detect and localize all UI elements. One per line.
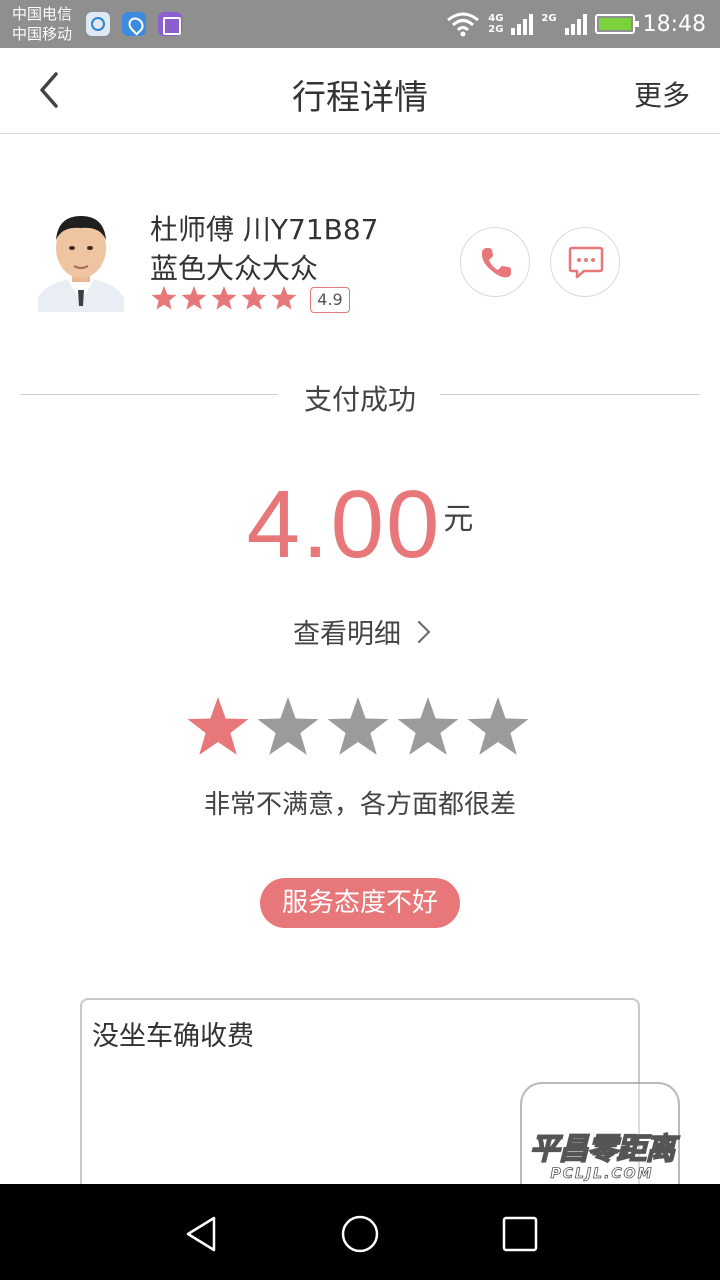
status-right: 4G 2G 2G 18:48 <box>446 0 706 48</box>
nav-home-icon[interactable] <box>338 1212 382 1256</box>
trip-rating-stars <box>185 694 535 762</box>
trip-detail-screen: 中国电信 中国移动 4G 2G 2G 18:48 行程详情 更多 杜师傅 川Y7… <box>0 0 720 1280</box>
fare-value: 4.00 <box>246 471 442 578</box>
rating-description: 非常不满意，各方面都很差 <box>203 790 516 820</box>
watermark-subtitle: PCLJL.COM <box>550 1166 654 1183</box>
driver-star-icon <box>151 286 177 310</box>
signal-icon <box>511 14 534 35</box>
nav-back-icon[interactable] <box>180 1212 224 1256</box>
network-2g-label-2: 2G <box>541 13 557 24</box>
page-title: 行程详情 <box>292 78 428 118</box>
comment-text: 没坐车确收费 <box>92 1021 254 1052</box>
car-model: 蓝色大众大众 <box>150 252 319 285</box>
divider-right <box>440 394 700 395</box>
system-navigation-bar <box>0 1184 720 1280</box>
more-button[interactable]: 更多 <box>634 74 690 114</box>
fare-unit: 元 <box>443 502 474 537</box>
battery-charging-icon <box>594 14 639 34</box>
carrier-labels: 中国电信 中国移动 <box>12 4 72 44</box>
driver-star-icon <box>181 286 207 310</box>
location-app-icon <box>122 12 146 36</box>
phone-icon <box>481 248 511 278</box>
rating-star-2-icon[interactable] <box>255 694 321 760</box>
network-4g-label: 4G <box>488 13 504 24</box>
view-details-link[interactable]: 查看明细 <box>0 612 720 651</box>
call-driver-button[interactable] <box>460 227 530 297</box>
wifi-icon <box>447 12 480 37</box>
rating-star-4-icon[interactable] <box>395 694 461 760</box>
network-type: 4G 2G <box>488 13 503 35</box>
view-details-label: 查看明细 <box>293 619 401 650</box>
feedback-tag[interactable]: 服务态度不好 <box>260 878 460 928</box>
rating-star-3-icon[interactable] <box>325 694 391 760</box>
payment-status: 支付成功 <box>303 383 416 416</box>
carrier-mobile: 中国移动 <box>12 25 73 43</box>
driver-avatar <box>38 216 124 312</box>
nav-recent-apps-icon[interactable] <box>498 1212 542 1256</box>
gallery-app-icon <box>158 12 182 36</box>
driver-star-icon <box>271 286 297 310</box>
driver-name-plate: 杜师傅 川Y71B87 <box>150 213 379 246</box>
app-notification-icon <box>86 12 110 36</box>
title-bar: 行程详情 更多 <box>0 48 720 134</box>
network-2g-label: 2G <box>488 24 504 35</box>
message-driver-button[interactable] <box>550 227 620 297</box>
network-type-2: 2G <box>541 13 556 35</box>
status-bar: 中国电信 中国移动 4G 2G 2G 18:48 <box>0 0 720 48</box>
chat-bubble-icon <box>568 246 604 279</box>
watermark-title: 平昌零距离 <box>529 1131 677 1168</box>
fare-amount: 4.00元 <box>0 470 720 580</box>
clock: 18:48 <box>642 11 706 37</box>
carrier-telecom: 中国电信 <box>12 5 73 23</box>
driver-star-icon <box>241 286 267 310</box>
driver-rating-badge: 4.9 <box>310 287 350 313</box>
driver-star-icon <box>211 286 237 310</box>
signal-icon-2 <box>564 14 587 35</box>
driver-rating-stars <box>151 286 297 310</box>
rating-star-5-icon[interactable] <box>465 694 531 760</box>
rating-star-1-icon[interactable] <box>185 694 251 760</box>
chevron-right-icon <box>407 620 431 644</box>
